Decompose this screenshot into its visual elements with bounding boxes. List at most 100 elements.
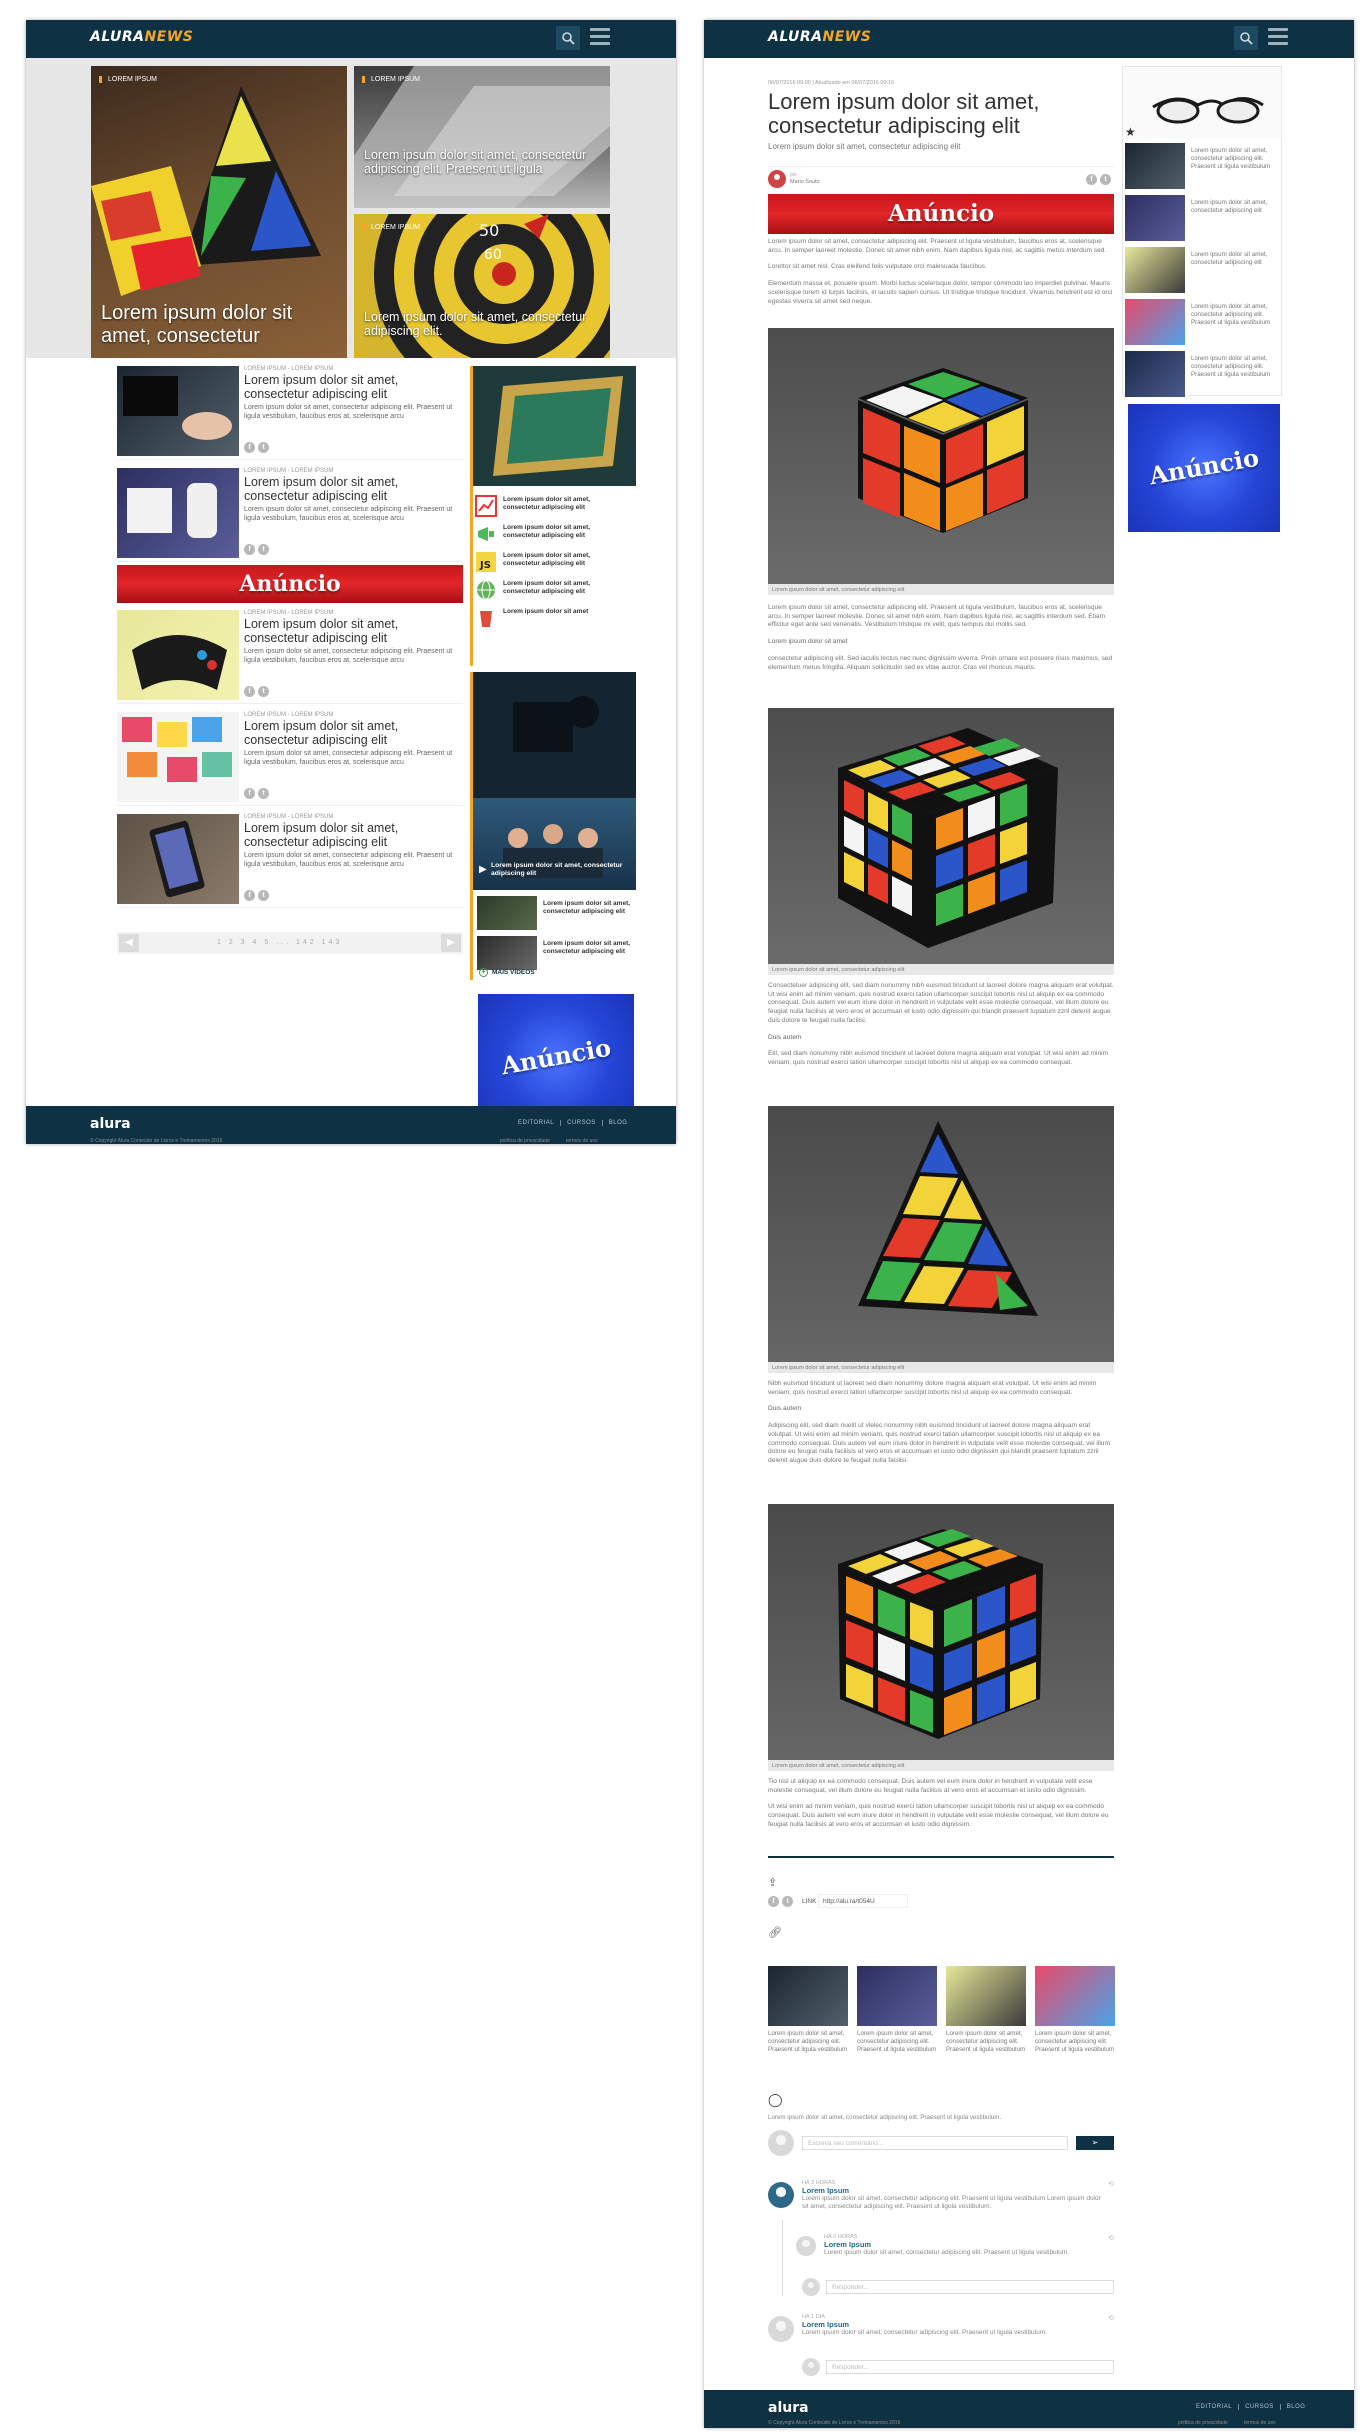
footer-link-cursos[interactable]: CURSOS [560, 1120, 602, 1126]
article-title: Lorem ipsum dolor sit amet, consectetur … [244, 617, 399, 645]
short-link-field[interactable]: http://alu.ra/t054U [818, 1894, 908, 1908]
play-icon[interactable]: ▶ [479, 864, 487, 875]
reply-input[interactable]: Responder... [826, 2360, 1114, 2374]
star-icon[interactable]: ★ [1125, 125, 1136, 139]
more-videos-link[interactable]: + MAIS VÍDEOS [479, 968, 535, 977]
footer-link-editorial[interactable]: EDITORIAL [512, 1120, 560, 1126]
list-item[interactable]: Lorem ipsum dolor sit amet, consectetur … [473, 492, 636, 518]
hero-main-card[interactable]: LOREM IPSUM Lorem ipsum dolor sit amet, … [91, 66, 347, 358]
copyright-text: © Copyright Alura Conteúdo de Livros e T… [768, 2420, 901, 2426]
footer-link-editorial[interactable]: EDITORIAL [1190, 2404, 1238, 2410]
list-item[interactable]: LOREM IPSUM - LOREM IPSUM Lorem ipsum do… [117, 710, 463, 806]
list-item[interactable]: JS Lorem ipsum dolor sit amet, consectet… [473, 548, 636, 574]
hero-top-right-card[interactable]: LOREM IPSUM Lorem ipsum dolor sit amet, … [354, 66, 610, 208]
article-body-1: Lorem ipsum dolor sit amet, consectetur … [768, 238, 1113, 305]
svg-text:JS: JS [479, 560, 491, 571]
list-item[interactable]: LOREM IPSUM - LOREM IPSUM Lorem ipsum do… [117, 608, 463, 704]
reply-icon[interactable]: ⟲ [1108, 2234, 1114, 2242]
page-numbers[interactable]: 1 2 3 4 5 ... 142 143 [217, 939, 342, 946]
privacy-link[interactable]: política de privacidade [1178, 2420, 1228, 2426]
article-excerpt: Lorem ipsum dolor sit amet, consectetur … [244, 852, 453, 868]
site-logo[interactable]: ALURANEWS [90, 29, 193, 45]
article-header: ALURANEWS [704, 20, 1354, 58]
send-comment-button[interactable]: ➢ [1076, 2136, 1114, 2150]
search-button[interactable] [1234, 26, 1258, 50]
home-header: ALURANEWS [26, 20, 676, 58]
facebook-icon[interactable]: f [768, 1896, 779, 1907]
site-logo[interactable]: ALURANEWS [768, 29, 871, 45]
twitter-icon[interactable]: t [1100, 174, 1111, 185]
list-item[interactable]: Lorem ipsum dolor sit amet [473, 604, 636, 630]
author-name[interactable]: Mario Souto [790, 179, 820, 185]
list-item[interactable]: LOREM IPSUM - LOREM IPSUM Lorem ipsum do… [117, 364, 463, 460]
video-thumbnail[interactable] [473, 672, 636, 798]
footer-logo[interactable]: alura [90, 1116, 131, 1132]
list-item[interactable]: Lorem ipsum dolor sit amet, consectetur … [473, 520, 636, 546]
comment-input[interactable]: Escreva seu comentário... [802, 2136, 1068, 2150]
footer-link-blog[interactable]: BLOG [601, 1120, 634, 1126]
footer-link-cursos[interactable]: CURSOS [1238, 2404, 1280, 2410]
video-item[interactable]: Lorem ipsum dolor sit amet, consectetur … [477, 936, 637, 972]
facebook-icon[interactable]: f [244, 890, 255, 901]
list-item[interactable]: Lorem ipsum dolor sit amet, consectetur … [1125, 351, 1275, 399]
ad-banner[interactable]: Anúncio [768, 194, 1114, 234]
ad-banner[interactable]: Anúncio [1128, 404, 1280, 532]
video-title: Lorem ipsum dolor sit amet, consectetur … [491, 862, 623, 878]
terms-link[interactable]: termos de uso [566, 1138, 598, 1144]
ad-banner[interactable]: Anúncio [478, 994, 634, 1124]
search-button[interactable] [556, 26, 580, 50]
list-item[interactable]: Lorem ipsum dolor sit amet, consectetur … [1125, 247, 1275, 295]
twitter-icon[interactable]: t [258, 686, 269, 697]
comment-author[interactable]: Lorem Ipsum [824, 2240, 1104, 2249]
sidebar-videos: ▶ Lorem ipsum dolor sit amet, consectetu… [470, 672, 636, 980]
menu-icon[interactable] [590, 28, 610, 48]
comment-author[interactable]: Lorem Ipsum [802, 2186, 1102, 2195]
facebook-icon[interactable]: f [244, 442, 255, 453]
hero-bottom-right-card[interactable]: 50 60 LOREM IPSUM Lorem ipsum dolor sit … [354, 214, 610, 358]
facebook-icon[interactable]: f [244, 544, 255, 555]
javascript-icon: JS [476, 552, 496, 572]
related-item[interactable]: Lorem ipsum dolor sit amet, consectetur … [1035, 1966, 1115, 2053]
sidebar-feature-image[interactable]: ★ [1123, 67, 1281, 139]
hero-title: Lorem ipsum dolor sit amet, consectetur … [364, 148, 587, 177]
ad-banner[interactable]: Anúncio [117, 565, 463, 603]
related-item[interactable]: Lorem ipsum dolor sit amet, consectetur … [768, 1966, 848, 2053]
reply-input[interactable]: Responder... [826, 2280, 1114, 2294]
twitter-icon[interactable]: t [258, 788, 269, 799]
facebook-icon[interactable]: f [1086, 174, 1097, 185]
list-item[interactable]: Lorem ipsum dolor sit amet, consectetur … [473, 576, 636, 602]
terms-link[interactable]: termos de uso [1244, 2420, 1276, 2426]
twitter-icon[interactable]: t [782, 1896, 793, 1907]
search-icon [562, 32, 575, 45]
ad-label: Anúncio [1146, 442, 1262, 491]
footer-link-blog[interactable]: BLOG [1279, 2404, 1312, 2410]
comment-author[interactable]: Lorem Ipsum [802, 2320, 1102, 2329]
author-avatar [768, 170, 786, 188]
twitter-icon[interactable]: t [258, 890, 269, 901]
sidebar-feature-image[interactable] [473, 366, 636, 486]
related-item[interactable]: Lorem ipsum dolor sit amet, consectetur … [946, 1966, 1026, 2053]
share-icon[interactable]: ⇪ [768, 1876, 777, 1889]
list-item[interactable]: Lorem ipsum dolor sit amet, consectetur … [1125, 299, 1275, 347]
reply-icon[interactable]: ⟲ [1108, 2314, 1114, 2322]
facebook-icon[interactable]: f [244, 686, 255, 697]
prev-page-button[interactable]: ◀ [119, 934, 139, 952]
article-thumbnail [117, 712, 239, 802]
video-feature[interactable]: ▶ Lorem ipsum dolor sit amet, consectetu… [473, 798, 636, 890]
footer-logo[interactable]: alura [768, 2400, 809, 2416]
reply-icon[interactable]: ⟲ [1108, 2180, 1114, 2188]
video-item[interactable]: Lorem ipsum dolor sit amet, consectetur … [477, 896, 637, 932]
list-item[interactable]: Lorem ipsum dolor sit amet, consectetur … [1125, 143, 1275, 191]
related-item[interactable]: Lorem ipsum dolor sit amet, consectetur … [857, 1966, 937, 2053]
privacy-link[interactable]: política de privacidade [500, 1138, 550, 1144]
list-item[interactable]: Lorem ipsum dolor sit amet, consectetur … [1125, 195, 1275, 243]
next-page-button[interactable]: ▶ [441, 934, 461, 952]
twitter-icon[interactable]: t [258, 442, 269, 453]
twitter-icon[interactable]: t [258, 544, 269, 555]
article-category: LOREM IPSUM - LOREM IPSUM [244, 814, 334, 820]
list-item[interactable]: LOREM IPSUM - LOREM IPSUM Lorem ipsum do… [117, 466, 463, 562]
facebook-icon[interactable]: f [244, 788, 255, 799]
article-image [768, 1504, 1114, 1760]
menu-icon[interactable] [1268, 28, 1288, 48]
list-item[interactable]: LOREM IPSUM - LOREM IPSUM Lorem ipsum do… [117, 812, 463, 908]
